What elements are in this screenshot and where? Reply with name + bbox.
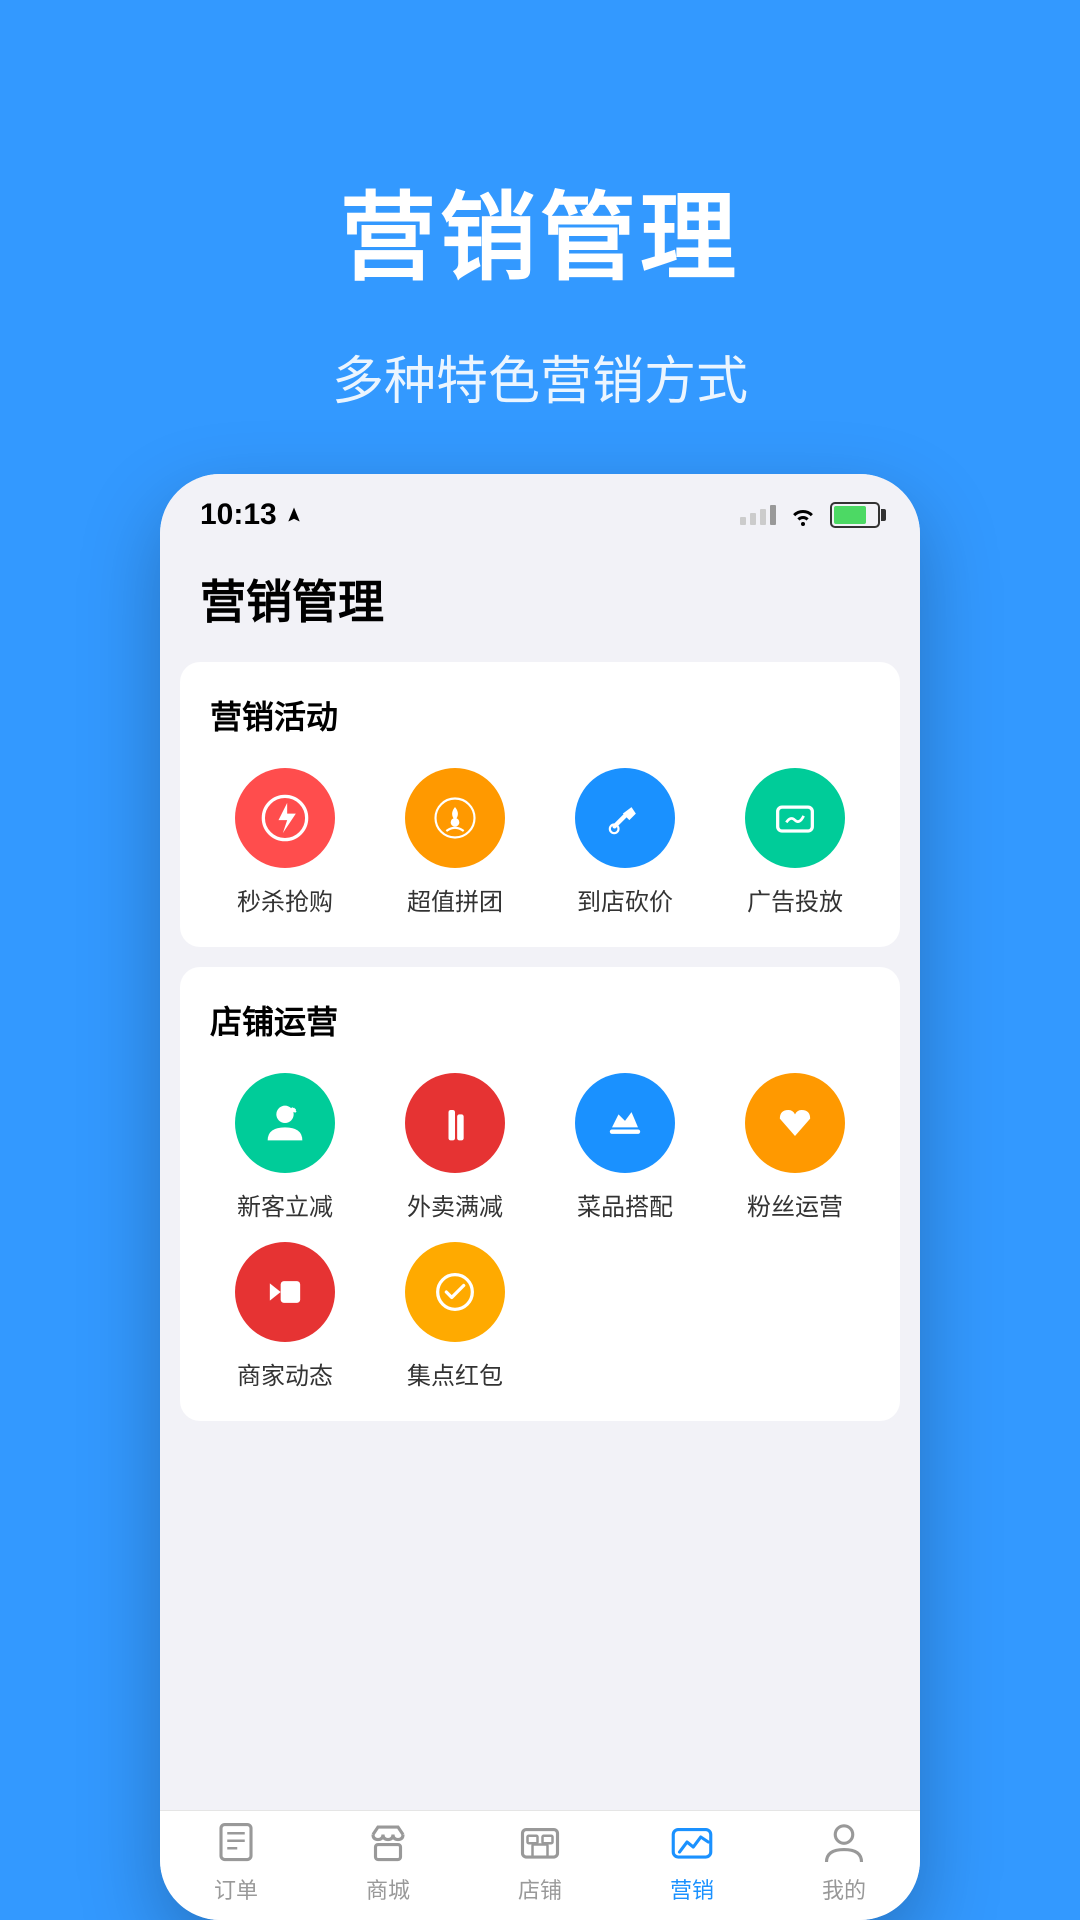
nav-store-icon	[515, 1817, 565, 1867]
nav-mine[interactable]: 我的	[784, 1817, 904, 1905]
dish-combo-icon	[575, 1073, 675, 1173]
wifi-icon	[788, 504, 818, 526]
delivery-discount-item[interactable]: 外卖满减	[380, 1073, 530, 1222]
hero-subtitle: 多种特色营销方式	[332, 339, 748, 414]
collect-points-icon	[405, 1242, 505, 1342]
fan-operation-label: 粉丝运营	[747, 1187, 843, 1222]
flash-sale-icon	[235, 768, 335, 868]
nav-marketing[interactable]: 营销	[632, 1817, 752, 1905]
fan-operation-item[interactable]: 粉丝运营	[720, 1073, 870, 1222]
flash-sale-item[interactable]: 秒杀抢购	[210, 768, 360, 917]
nav-orders[interactable]: 订单	[176, 1817, 296, 1905]
new-customer-icon	[235, 1073, 335, 1173]
phone-content[interactable]: 营销活动 秒杀抢购	[160, 662, 920, 1810]
phone-mockup: 10:13 营销管理 营销活动	[160, 474, 920, 1920]
nav-orders-label: 订单	[214, 1873, 258, 1905]
store-discount-item[interactable]: 到店砍价	[550, 768, 700, 917]
marketing-activity-title: 营销活动	[210, 692, 870, 738]
store-operation-grid: 新客立减 外卖满减	[210, 1073, 870, 1391]
location-icon	[285, 506, 303, 524]
phone-nav-bar: 订单 商城 店铺 营销	[160, 1810, 920, 1920]
collect-points-item[interactable]: 集点红包	[380, 1242, 530, 1391]
nav-mine-icon	[819, 1817, 869, 1867]
new-customer-item[interactable]: 新客立减	[210, 1073, 360, 1222]
nav-orders-icon	[211, 1817, 261, 1867]
new-customer-label: 新客立减	[237, 1187, 333, 1222]
merchant-dynamic-label: 商家动态	[237, 1356, 333, 1391]
battery-icon	[830, 502, 880, 528]
marketing-activity-grid: 秒杀抢购 超值拼团	[210, 768, 870, 917]
page-header: 营销管理	[160, 546, 920, 662]
nav-store[interactable]: 店铺	[480, 1817, 600, 1905]
signal-dots	[740, 505, 776, 525]
ad-placement-label: 广告投放	[747, 882, 843, 917]
merchant-dynamic-item[interactable]: 商家动态	[210, 1242, 360, 1391]
nav-mall-icon	[363, 1817, 413, 1867]
store-discount-label: 到店砍价	[577, 882, 673, 917]
nav-mall-label: 商城	[366, 1873, 410, 1905]
nav-marketing-label: 营销	[670, 1873, 714, 1905]
group-buy-item[interactable]: 超值拼团	[380, 768, 530, 917]
nav-mall[interactable]: 商城	[328, 1817, 448, 1905]
nav-store-label: 店铺	[518, 1873, 562, 1905]
store-operation-card: 店铺运营 新客立减	[180, 967, 900, 1421]
merchant-dynamic-icon	[235, 1242, 335, 1342]
ad-placement-icon	[745, 768, 845, 868]
nav-mine-label: 我的	[822, 1873, 866, 1905]
dish-combo-item[interactable]: 菜品搭配	[550, 1073, 700, 1222]
page-title: 营销管理	[200, 566, 880, 632]
group-buy-label: 超值拼团	[407, 882, 503, 917]
status-bar: 10:13	[160, 474, 920, 546]
ad-placement-item[interactable]: 广告投放	[720, 768, 870, 917]
fan-operation-icon	[745, 1073, 845, 1173]
store-operation-title: 店铺运营	[210, 997, 870, 1043]
delivery-discount-label: 外卖满减	[407, 1187, 503, 1222]
store-discount-icon	[575, 768, 675, 868]
marketing-activity-card: 营销活动 秒杀抢购	[180, 662, 900, 947]
status-icons	[740, 502, 880, 528]
nav-marketing-icon	[667, 1817, 717, 1867]
hero-section: 营销管理 多种特色营销方式	[0, 0, 1080, 474]
hero-title: 营销管理	[340, 160, 740, 299]
collect-points-label: 集点红包	[407, 1356, 503, 1391]
flash-sale-label: 秒杀抢购	[237, 882, 333, 917]
dish-combo-label: 菜品搭配	[577, 1187, 673, 1222]
status-time: 10:13	[200, 498, 303, 532]
delivery-discount-icon	[405, 1073, 505, 1173]
group-buy-icon	[405, 768, 505, 868]
